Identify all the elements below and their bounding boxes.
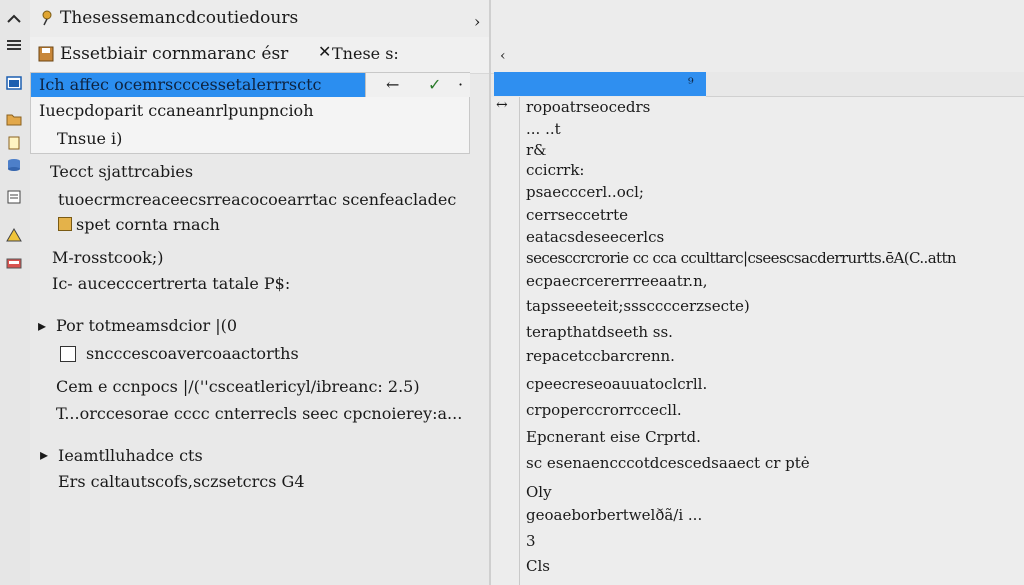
code-line: Cls (526, 557, 550, 575)
chevron-left-icon[interactable]: ‹ (500, 46, 506, 66)
code-line: Oly (526, 483, 552, 501)
tree-line[interactable]: Ic- aucecccertrerta tatale P$: (52, 274, 290, 294)
tree-line[interactable]: Ers caltautscofs,sczsetcrcs G4 (58, 472, 305, 492)
panel-subtitle: Essetbiair cornmaranc ésr (60, 44, 289, 64)
tree-line[interactable]: tuoecrmcreaceecsrreacocoearrtac scenfeac… (58, 190, 456, 210)
left-gutter (0, 0, 30, 585)
pin-icon[interactable] (40, 10, 54, 26)
menu-icon[interactable] (6, 38, 22, 52)
tree-line[interactable]: spet cornta rnach (76, 215, 220, 235)
code-line: psaecccerl..ocl; (526, 183, 644, 201)
code-line: repacetccbarcrenn. (526, 347, 675, 365)
code-line: ccicrrk: (526, 161, 585, 179)
check-icon[interactable]: ✓ (428, 75, 441, 95)
code-line: ... ..t (526, 120, 561, 138)
subtitle-right-label: Tnese s: (332, 44, 399, 63)
right-subheader (491, 37, 1024, 74)
code-line: Epcnerant eise Crprtd. (526, 428, 701, 446)
popup-item-label: Tnsue i) (57, 129, 123, 148)
code-line: 3 (526, 532, 536, 550)
close-icon[interactable]: ✕ (318, 42, 331, 62)
expand-icon[interactable]: ▸ (40, 445, 48, 465)
tab-bar (706, 72, 1024, 97)
arrow-icon[interactable] (6, 12, 22, 26)
code-line: ecpaecrcererrreeaatr.n, (526, 272, 708, 290)
code-line: sc esenaencccotdcescedsaaect cr ptė (526, 454, 810, 472)
folder-icon[interactable] (6, 112, 22, 126)
tree-line[interactable]: Tecct sjattrcabies (50, 162, 193, 182)
checkbox-icon[interactable] (60, 346, 76, 362)
tree-line[interactable]: M-rosstcook;) (52, 248, 163, 268)
popup-item[interactable]: Iuecpdoparit ccaneanrlpunpncioh (31, 97, 469, 125)
save-icon[interactable] (38, 46, 54, 62)
tree-line[interactable]: sncccescoavercoaactorths (86, 344, 299, 364)
code-line: ropoatrseocedrs (526, 98, 651, 116)
tree-line[interactable]: Por totmeamsdcior |(0 (56, 316, 237, 336)
popup-actions: ← ✓ · (365, 73, 470, 97)
code-line: r& (526, 141, 547, 159)
code-line: geoaeborbertwelðã/i ... (526, 506, 703, 524)
editor-gutter-line (519, 97, 520, 585)
code-line: tapsseeeteit;sssccccerzsecte) (526, 297, 750, 315)
popup-item-selected[interactable]: Ich affec ocemrscccessetalerrrsctc (31, 73, 365, 97)
arrow-left-icon[interactable]: ← (386, 75, 399, 95)
tree-line[interactable]: Cem e ccnpocs |/(''csceatlericyl/ibreanc… (56, 377, 420, 397)
tab-marker-icon: ⁹ (688, 76, 694, 92)
warning-icon[interactable] (6, 228, 22, 242)
right-header (491, 0, 1024, 37)
tab-active[interactable]: ⁹ (494, 72, 706, 96)
code-line: cerrseccetrte (526, 206, 628, 224)
package-icon[interactable] (6, 256, 22, 270)
code-line: eatacsdeseecerlcs (526, 228, 665, 246)
folder-icon (58, 217, 72, 231)
file-icon[interactable] (6, 136, 22, 150)
panel-title: Thesessemancdcoutiedours (60, 8, 299, 28)
popup-item[interactable]: Tnsue i) (31, 125, 469, 151)
code-line: crpoperccrorrccecll. (526, 401, 682, 419)
database-icon[interactable] (6, 158, 22, 172)
document-icon[interactable] (6, 190, 22, 204)
window-icon[interactable] (6, 76, 22, 90)
arrow-icon[interactable]: ↔ (496, 95, 508, 115)
more-icon[interactable]: · (458, 75, 463, 95)
autocomplete-popup: Ich affec ocemrscccessetalerrrsctc ← ✓ ·… (30, 72, 470, 154)
code-line: terapthatdseeth ss. (526, 323, 673, 341)
code-line: cpeecreseoauuatoclcrll. (526, 375, 708, 393)
chevron-right-icon[interactable]: › (474, 12, 480, 32)
tree-line[interactable]: Ieamtlluhadce cts (58, 446, 203, 466)
tree-line[interactable]: T...orccesorae cccc cnterrecls seec cpcn… (56, 404, 462, 424)
expand-icon[interactable]: ▸ (38, 316, 46, 336)
popup-item-label: Iuecpdoparit ccaneanrlpunpncioh (39, 101, 314, 120)
code-line: secesccrcrorie cc cca cculttarc|cseescsa… (526, 249, 957, 267)
popup-item-selected-label: Ich affec ocemrscccessetalerrrsctc (39, 75, 322, 94)
